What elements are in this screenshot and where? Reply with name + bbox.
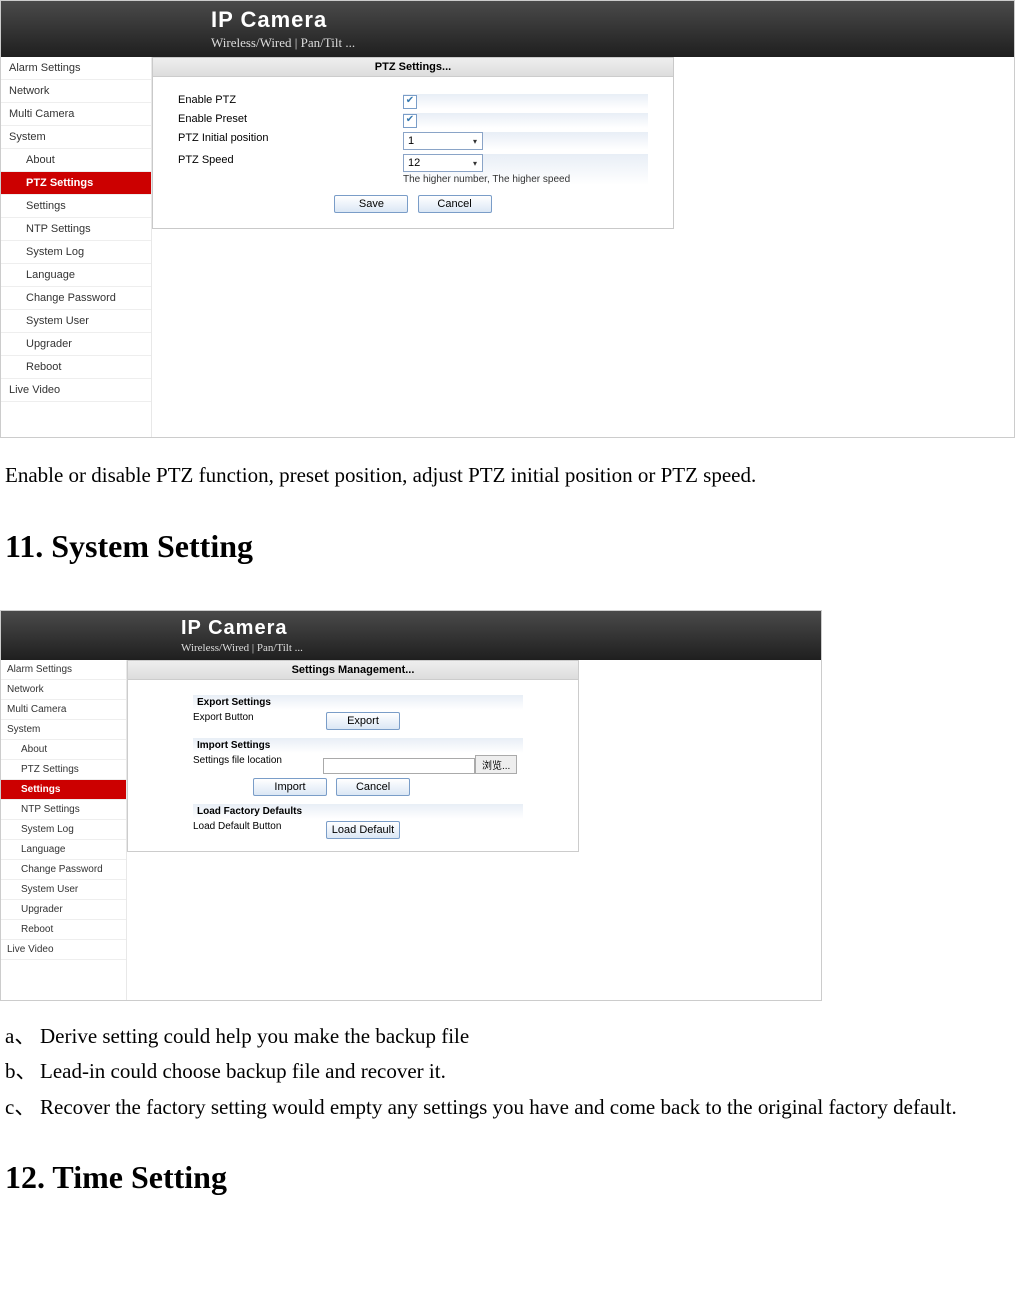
save-button[interactable]: Save — [334, 195, 408, 213]
list-marker-a: a、 — [5, 1021, 40, 1053]
sidebar-item-settings[interactable]: Settings — [1, 780, 126, 800]
app-subtitle: Wireless/Wired | Pan/Tilt ... — [211, 35, 1014, 51]
heading-12: 12. Time Setting — [5, 1153, 1010, 1201]
app-title: IP Camera — [211, 7, 1014, 33]
sidebar-item-alarm[interactable]: Alarm Settings — [1, 57, 151, 80]
sidebar-item-about[interactable]: About — [1, 740, 126, 760]
enable-ptz-label: Enable PTZ — [178, 94, 403, 106]
sidebar-item-settings[interactable]: Settings — [1, 195, 151, 218]
ptz-speed-label: PTZ Speed — [178, 154, 403, 166]
content-area: PTZ Settings... Enable PTZ ✔ Enable Pres… — [152, 57, 1014, 437]
chevron-down-icon: ▾ — [468, 159, 482, 168]
list-item-c: Recover the factory setting would empty … — [40, 1092, 1010, 1124]
enable-ptz-checkbox[interactable]: ✔ — [403, 95, 417, 109]
ptz-settings-panel: PTZ Settings... Enable PTZ ✔ Enable Pres… — [152, 57, 674, 229]
list-marker-b: b、 — [5, 1056, 40, 1088]
sidebar-item-changepw[interactable]: Change Password — [1, 860, 126, 880]
app-subtitle-2: Wireless/Wired | Pan/Tilt ... — [181, 642, 821, 654]
sidebar-item-network[interactable]: Network — [1, 680, 126, 700]
factory-section-title: Load Factory Defaults — [193, 804, 523, 819]
settings-screenshot: IP Camera Wireless/Wired | Pan/Tilt ... … — [0, 610, 822, 1001]
sidebar-item-ntp[interactable]: NTP Settings — [1, 800, 126, 820]
export-label: Export Button — [193, 712, 323, 723]
sidebar-item-about[interactable]: About — [1, 149, 151, 172]
sidebar-item-network[interactable]: Network — [1, 80, 151, 103]
import-section-title: Import Settings — [193, 738, 523, 753]
sidebar-item-language[interactable]: Language — [1, 840, 126, 860]
sidebar-item-multi-camera[interactable]: Multi Camera — [1, 700, 126, 720]
sidebar-item-sysuser[interactable]: System User — [1, 310, 151, 333]
sidebar-item-syslog[interactable]: System Log — [1, 241, 151, 264]
sidebar: Alarm Settings Network Multi Camera Syst… — [1, 57, 152, 437]
settings-management-panel: Settings Management... Export Settings E… — [127, 660, 579, 852]
sidebar-item-reboot[interactable]: Reboot — [1, 356, 151, 379]
sidebar-item-alarm[interactable]: Alarm Settings — [1, 660, 126, 680]
list-item-b: Lead-in could choose backup file and rec… — [40, 1056, 1010, 1088]
sidebar-item-ntp[interactable]: NTP Settings — [1, 218, 151, 241]
app-title-2: IP Camera — [181, 617, 821, 640]
sidebar-item-ptz-settings[interactable]: PTZ Settings — [1, 172, 151, 195]
load-default-button[interactable]: Load Default — [326, 821, 400, 839]
content-area-2: Settings Management... Export Settings E… — [127, 660, 821, 1000]
factory-label: Load Default Button — [193, 821, 323, 832]
sidebar-item-system[interactable]: System — [1, 126, 151, 149]
export-button[interactable]: Export — [326, 712, 400, 730]
ptz-speed-hint: The higher number, The higher speed — [403, 172, 648, 185]
sidebar-item-upgrader[interactable]: Upgrader — [1, 900, 126, 920]
list-marker-c: c、 — [5, 1092, 40, 1124]
sidebar-item-live-video[interactable]: Live Video — [1, 940, 126, 960]
ptz-speed-select[interactable]: 12 ▾ — [403, 154, 483, 172]
initial-position-value: 1 — [404, 135, 418, 147]
list-item-a: Derive setting could help you make the b… — [40, 1021, 1010, 1053]
sidebar-item-sysuser[interactable]: System User — [1, 880, 126, 900]
import-label: Settings file location — [193, 755, 323, 766]
initial-position-label: PTZ Initial position — [178, 132, 403, 144]
enable-preset-label: Enable Preset — [178, 113, 403, 125]
import-cancel-button[interactable]: Cancel — [336, 778, 410, 796]
ptz-speed-value: 12 — [404, 157, 424, 169]
sidebar-item-language[interactable]: Language — [1, 264, 151, 287]
sidebar-item-changepw[interactable]: Change Password — [1, 287, 151, 310]
cancel-button[interactable]: Cancel — [418, 195, 492, 213]
heading-11: 11. System Setting — [5, 522, 1010, 570]
header-bar: IP Camera Wireless/Wired | Pan/Tilt ... — [1, 1, 1014, 57]
import-button[interactable]: Import — [253, 778, 327, 796]
file-path-input[interactable] — [323, 758, 475, 774]
sidebar-item-live-video[interactable]: Live Video — [1, 379, 151, 402]
browse-button[interactable]: 浏览... — [475, 755, 517, 774]
initial-position-select[interactable]: 1 ▾ — [403, 132, 483, 150]
ptz-screenshot: IP Camera Wireless/Wired | Pan/Tilt ... … — [0, 0, 1015, 438]
sidebar-item-system[interactable]: System — [1, 720, 126, 740]
sidebar-2: Alarm Settings Network Multi Camera Syst… — [1, 660, 127, 1000]
sidebar-item-upgrader[interactable]: Upgrader — [1, 333, 151, 356]
chevron-down-icon: ▾ — [468, 137, 482, 146]
sidebar-item-ptz-settings[interactable]: PTZ Settings — [1, 760, 126, 780]
header-bar-2: IP Camera Wireless/Wired | Pan/Tilt ... — [1, 611, 821, 660]
sidebar-item-multi-camera[interactable]: Multi Camera — [1, 103, 151, 126]
sidebar-item-reboot[interactable]: Reboot — [1, 920, 126, 940]
export-section-title: Export Settings — [193, 695, 523, 710]
sidebar-item-syslog[interactable]: System Log — [1, 820, 126, 840]
enable-preset-checkbox[interactable]: ✔ — [403, 114, 417, 128]
settings-panel-title: Settings Management... — [128, 661, 578, 680]
panel-title: PTZ Settings... — [153, 58, 673, 77]
ptz-description: Enable or disable PTZ function, preset p… — [5, 460, 1010, 492]
